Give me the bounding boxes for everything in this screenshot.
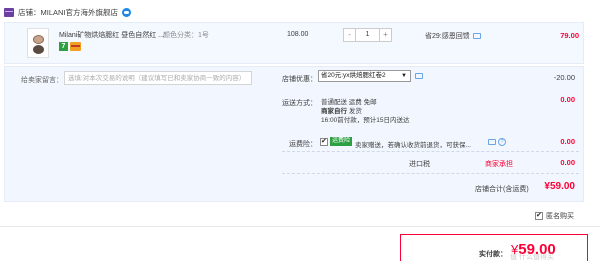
anonymous-label: 匿名购买 bbox=[546, 213, 574, 220]
insurance-text: 卖家赠送，若确认收货前退货，可获保... bbox=[355, 142, 471, 149]
order-item-row: Milani矿物烘焙腮红 昼色自然红 ... 颜色分类：1号 7 108.00 … bbox=[4, 22, 584, 64]
coupon-value: -20.00 bbox=[553, 73, 575, 82]
shipping-value: 0.00 bbox=[560, 95, 575, 104]
shop-header: 店铺：MILANI官方海外旗舰店 bbox=[4, 6, 132, 18]
coupon-info-icon[interactable] bbox=[415, 73, 423, 79]
insurance-info-icon[interactable] bbox=[488, 139, 496, 145]
shipping-label: 运送方式： bbox=[282, 100, 317, 107]
wangwang-chat-icon[interactable] bbox=[122, 7, 132, 17]
divider bbox=[282, 173, 579, 174]
item-discount: 省29:感恩回馈 bbox=[425, 31, 481, 41]
coupon-select[interactable]: 省20元:yx烘焙腮红卷2 ▼ bbox=[318, 70, 411, 82]
item-subtotal: 79.00 bbox=[560, 31, 579, 40]
discount-text: 省29:感恩回馈 bbox=[425, 33, 470, 40]
chevron-down-icon: ▼ bbox=[401, 73, 407, 79]
discount-info-icon[interactable] bbox=[472, 33, 481, 39]
product-thumbnail[interactable] bbox=[27, 28, 49, 58]
product-spec: 颜色分类：1号 bbox=[163, 32, 209, 39]
payment-label: 实付款： bbox=[479, 251, 507, 258]
watermark: 值 什么值得买 bbox=[510, 254, 554, 261]
blush-compact-image-2 bbox=[33, 45, 44, 54]
insurance-value: 0.00 bbox=[560, 137, 575, 146]
coupon-selected-value: 省20元:yx烘焙腮红卷2 bbox=[321, 72, 386, 79]
payment-summary-box: 实付款： ¥59.00 bbox=[400, 234, 588, 261]
credit-card-icon bbox=[70, 42, 81, 51]
import-tax-value: 0.00 bbox=[560, 158, 575, 167]
qty-input[interactable]: 1 bbox=[356, 28, 379, 42]
divider bbox=[282, 151, 579, 152]
help-question-icon[interactable]: ? bbox=[498, 138, 506, 146]
insurance-label: 运费险： bbox=[289, 141, 317, 148]
import-tax-label: 进口税 bbox=[409, 161, 430, 168]
import-tax-status: 商家承担 bbox=[485, 161, 513, 168]
anonymous-checkbox[interactable] bbox=[535, 211, 543, 220]
shop-total-value: ¥59.00 bbox=[544, 181, 575, 192]
message-label: 给卖家留言： bbox=[21, 77, 63, 84]
insurance-tag: 运费险 bbox=[330, 137, 353, 146]
unit-price: 108.00 bbox=[287, 31, 309, 38]
coupon-label: 店铺优惠： bbox=[282, 76, 317, 83]
section-divider bbox=[0, 226, 600, 227]
quantity-stepper: - 1 + bbox=[343, 28, 392, 42]
seven-day-return-badge: 7 bbox=[59, 42, 68, 51]
anonymous-purchase-option[interactable]: 匿名购买 bbox=[535, 211, 574, 221]
shop-icon bbox=[4, 7, 14, 17]
insurance-checkbox[interactable] bbox=[320, 137, 328, 146]
shop-total-label: 店铺合计(含运费) bbox=[475, 186, 529, 193]
shipping-eta: 16:00前付款，预计15日内送达 bbox=[321, 117, 410, 124]
qty-increase-button[interactable]: + bbox=[379, 28, 392, 42]
shop-name-link[interactable]: 店铺：MILANI官方海外旗舰店 bbox=[18, 7, 118, 18]
qty-decrease-button[interactable]: - bbox=[343, 28, 356, 42]
product-title-link[interactable]: Milani矿物烘焙腮红 昼色自然红 ... bbox=[59, 30, 164, 40]
blush-compact-image bbox=[33, 35, 44, 44]
seller-message-input[interactable]: 选填:对本次交易的说明（建议填写已和卖家协商一致的内容） bbox=[64, 71, 252, 85]
order-detail-area: 给卖家留言： 选填:对本次交易的说明（建议填写已和卖家协商一致的内容） 店铺优惠… bbox=[4, 66, 584, 202]
